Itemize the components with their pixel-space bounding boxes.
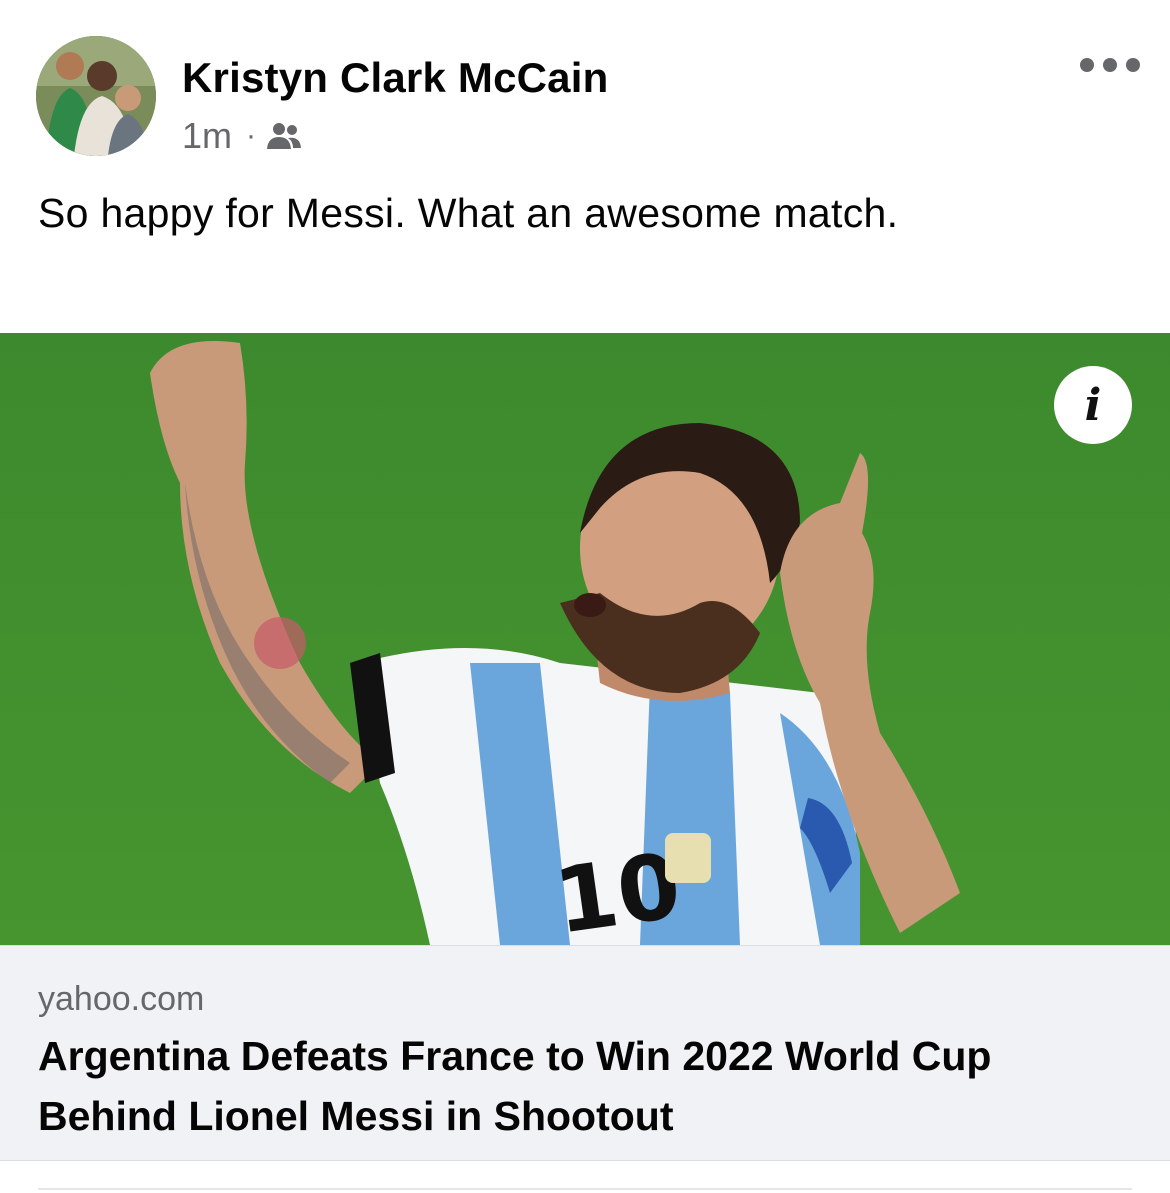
facebook-post: Kristyn Clark McCain 1m · So happy for M…: [0, 0, 1170, 1193]
link-domain: yahoo.com: [38, 980, 205, 1018]
avatar-photo: [36, 36, 156, 156]
more-dot: [1080, 58, 1094, 72]
post-timestamp[interactable]: 1m: [182, 115, 232, 157]
link-image[interactable]: 10: [0, 333, 1170, 945]
post-caption: So happy for Messi. What an awesome matc…: [38, 190, 899, 236]
link-title[interactable]: Argentina Defeats France to Win 2022 Wor…: [38, 1026, 1138, 1146]
more-options-icon[interactable]: [1080, 50, 1140, 80]
messi-photo: 10: [0, 333, 1170, 945]
post-meta: 1m ·: [182, 115, 302, 157]
meta-separator: ·: [246, 119, 257, 152]
author-name[interactable]: Kristyn Clark McCain: [182, 54, 608, 102]
link-preview[interactable]: yahoo.com Argentina Defeats France to Wi…: [0, 945, 1170, 1161]
more-dot: [1126, 58, 1140, 72]
friends-icon[interactable]: [266, 121, 302, 151]
author-avatar[interactable]: [36, 36, 156, 156]
more-dot: [1103, 58, 1117, 72]
post-divider: [38, 1188, 1132, 1190]
info-icon[interactable]: i: [1054, 366, 1132, 444]
